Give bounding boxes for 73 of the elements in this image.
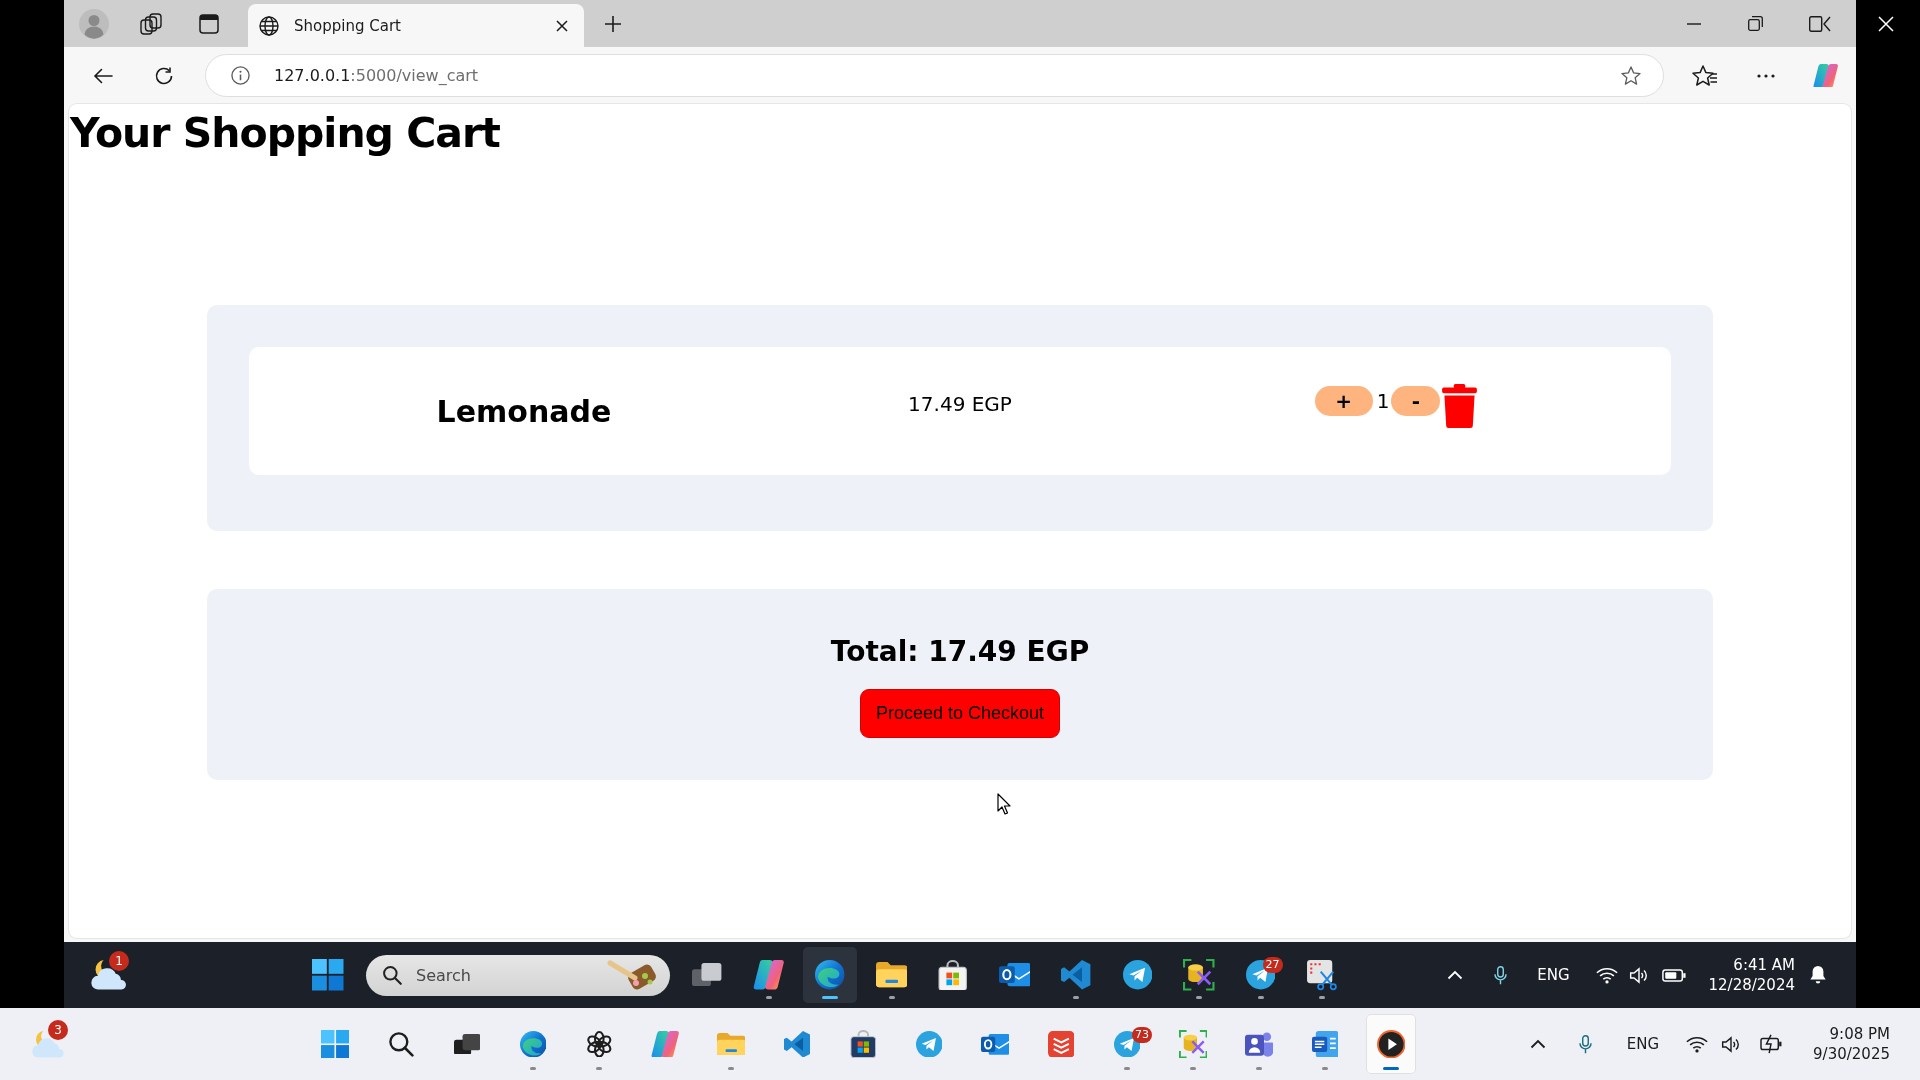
wave-circle-icon[interactable] <box>815 960 845 990</box>
stacked-layers-icon[interactable] <box>1047 1030 1075 1058</box>
product-name: Lemonade <box>436 393 612 429</box>
clock-time[interactable]: 6:41 AM <box>1733 955 1795 975</box>
back-arrow-icon[interactable] <box>93 67 113 84</box>
folded-ribbon-icon[interactable] <box>783 1030 811 1058</box>
shopping-bag-icon[interactable] <box>938 959 968 991</box>
wave-circle-icon[interactable] <box>519 1030 547 1058</box>
browser-tab[interactable]: Shopping Cart <box>248 4 584 47</box>
input-language[interactable]: ENG <box>1626 1035 1660 1053</box>
stacked-squares-icon[interactable] <box>140 12 162 35</box>
notification-badge: 73 <box>1132 1027 1152 1043</box>
folder-icon[interactable] <box>875 962 908 988</box>
info-icon[interactable] <box>231 66 250 85</box>
star-icon[interactable] <box>1621 66 1641 85</box>
refresh-icon[interactable] <box>154 65 174 86</box>
increase-quantity-button[interactable]: + <box>1314 386 1373 416</box>
close-icon[interactable] <box>556 19 568 32</box>
document-icon[interactable] <box>1311 1030 1339 1058</box>
notification-badge: 3 <box>48 1020 68 1040</box>
decrease-quantity-button[interactable]: - <box>1391 386 1441 416</box>
microphone-icon[interactable] <box>1494 965 1508 985</box>
taskbar-button[interactable] <box>803 947 857 1003</box>
page-title: Your Shopping Cart <box>69 108 501 157</box>
mail-icon[interactable] <box>998 961 1031 989</box>
taskbar-button[interactable] <box>1366 1014 1416 1074</box>
trash-icon[interactable] <box>1442 384 1478 428</box>
bell-icon[interactable] <box>1809 965 1827 985</box>
minimize-icon[interactable] <box>1687 22 1701 25</box>
product-price: 17.49 EGP <box>908 392 1012 416</box>
star-list-icon[interactable] <box>1692 65 1718 86</box>
search-field[interactable]: Search <box>366 954 670 996</box>
input-language[interactable]: ENG <box>1537 966 1570 984</box>
people-icon[interactable] <box>1244 1030 1274 1058</box>
mail-icon[interactable] <box>980 1031 1010 1057</box>
more-dots-icon[interactable] <box>1757 73 1775 78</box>
notification-badge: 27 <box>1262 957 1283 973</box>
restore-icon[interactable] <box>1748 16 1763 31</box>
globe-icon <box>259 15 279 36</box>
battery-charging-icon[interactable] <box>1760 1034 1783 1054</box>
caret-up-icon[interactable] <box>1529 1039 1546 1049</box>
speaker-icon[interactable] <box>1721 1035 1742 1053</box>
overlapping-squares-icon[interactable] <box>453 1033 481 1055</box>
shopping-bag-icon[interactable] <box>849 1030 877 1058</box>
search-icon[interactable] <box>388 1031 414 1057</box>
scissors-icon[interactable] <box>1306 959 1338 991</box>
quantity-value: 1 <box>1376 388 1390 415</box>
window-icon[interactable] <box>199 13 219 34</box>
speaker-icon[interactable] <box>1628 966 1649 984</box>
clock-date[interactable]: 9/30/2025 <box>1813 1044 1890 1064</box>
plus-icon[interactable] <box>605 15 621 32</box>
overlapping-squares-icon[interactable] <box>692 963 722 987</box>
clock-date[interactable]: 12/28/2024 <box>1708 975 1795 995</box>
cursor-icon <box>997 793 1011 815</box>
ribbon-logo-icon[interactable] <box>752 960 785 990</box>
search-icon <box>382 964 402 985</box>
wifi-icon[interactable] <box>1595 966 1618 984</box>
folded-ribbon-icon[interactable] <box>1061 960 1091 990</box>
cart-total: Total: 17.49 EGP <box>830 635 1090 669</box>
knot-icon[interactable] <box>585 1030 613 1058</box>
wifi-icon[interactable] <box>1686 1035 1709 1053</box>
play-icon[interactable] <box>1376 1029 1406 1059</box>
microphone-icon[interactable] <box>1578 1034 1592 1054</box>
square-chevron-icon[interactable] <box>1809 15 1831 32</box>
four-squares-icon[interactable] <box>320 1029 350 1059</box>
notification-badge: 1 <box>109 951 129 971</box>
clock-time[interactable]: 9:08 PM <box>1829 1024 1890 1044</box>
address-bar[interactable]: 127.0.0.1:5000/view_cart <box>205 54 1664 97</box>
four-squares-icon[interactable] <box>312 959 344 991</box>
battery-icon[interactable] <box>1661 968 1686 982</box>
cylinder-tools-icon[interactable] <box>1183 959 1215 991</box>
checkout-button[interactable]: Proceed to Checkout <box>860 689 1060 738</box>
paper-plane-icon[interactable] <box>1122 960 1153 990</box>
